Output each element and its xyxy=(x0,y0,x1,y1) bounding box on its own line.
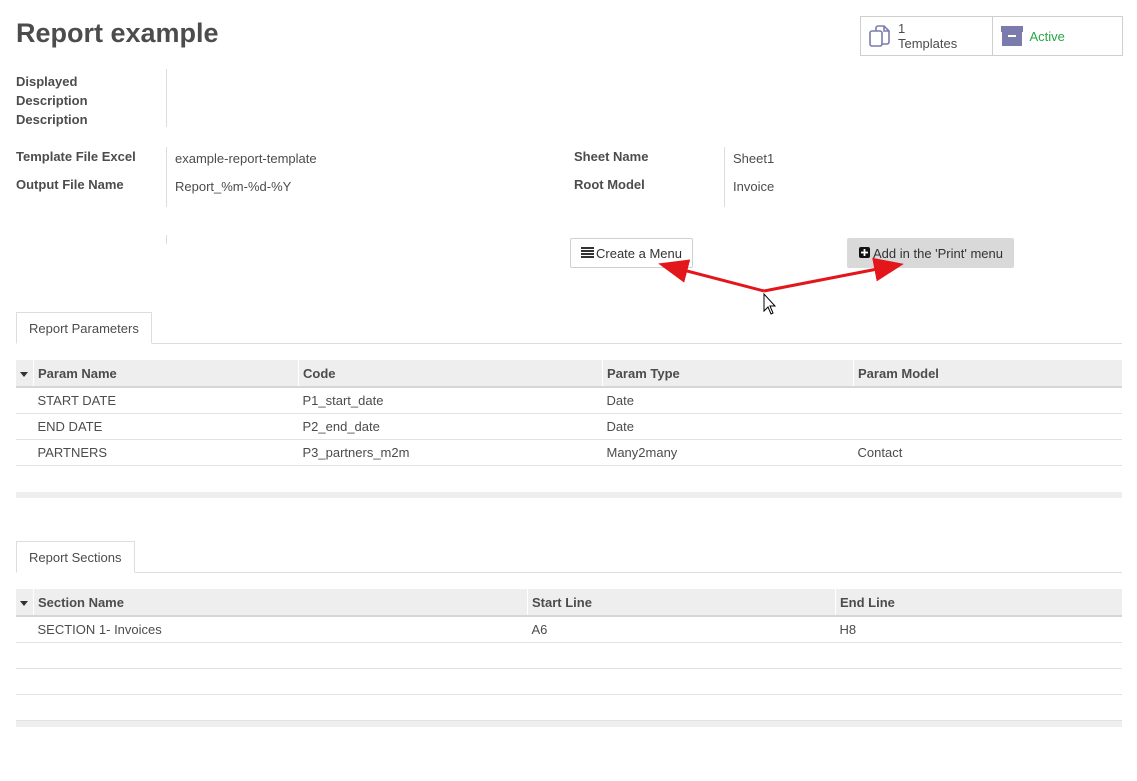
caret-down-icon xyxy=(20,371,28,377)
sheet-name-value[interactable]: Sheet1 xyxy=(733,151,774,166)
templates-count: 1 xyxy=(898,21,906,36)
page-title: Report example xyxy=(16,18,219,48)
parameters-table: Param Name Code Param Type Param Model S… xyxy=(16,360,1122,466)
table-cell: H8 xyxy=(835,616,1122,643)
table-row[interactable]: START DATE P1_start_date Date xyxy=(16,387,1122,414)
list-icon xyxy=(581,246,594,261)
displayed-description-line2: Description xyxy=(16,93,88,108)
sections-table: Section Name Start Line End Line SECTION… xyxy=(16,589,1122,721)
table-cell: A6 xyxy=(527,616,836,643)
plus-square-icon xyxy=(859,246,871,261)
table-cell: P1_start_date xyxy=(298,387,603,414)
template-file-label: Template File Excel xyxy=(16,149,136,164)
copy-icon xyxy=(868,24,892,48)
add-print-menu-label: Add in the 'Print' menu xyxy=(873,245,1003,261)
column-header[interactable]: Param Type xyxy=(602,360,854,388)
table-cell: P3_partners_m2m xyxy=(298,439,603,466)
empty-row xyxy=(16,668,1122,695)
root-model-label: Root Model xyxy=(574,177,645,192)
displayed-description-label: Displayed Description Description xyxy=(16,72,88,129)
field-divider xyxy=(166,147,167,207)
tab-bar-divider xyxy=(16,343,1122,344)
table-cell xyxy=(853,387,1122,414)
arrow-to-create-menu xyxy=(658,259,765,293)
displayed-description-line1: Displayed xyxy=(16,74,78,89)
table-cell: Date xyxy=(602,413,854,440)
table-cell: SECTION 1- Invoices xyxy=(33,616,528,643)
tab-report-sections[interactable]: Report Sections xyxy=(16,541,135,573)
tab-bar-divider xyxy=(16,572,1122,573)
table-header-row: Section Name Start Line End Line xyxy=(16,589,1122,617)
table-row[interactable]: PARTNERS P3_partners_m2m Many2many Conta… xyxy=(16,439,1122,466)
add-print-menu-button[interactable]: Add in the 'Print' menu xyxy=(847,238,1014,268)
sort-toggle[interactable] xyxy=(16,360,34,388)
root-model-value[interactable]: Invoice xyxy=(733,179,774,194)
templates-label: Templates xyxy=(898,36,958,51)
column-header[interactable]: Code xyxy=(298,360,603,388)
table-cell: START DATE xyxy=(33,387,299,414)
table-footer xyxy=(16,492,1122,498)
column-header[interactable]: Param Model xyxy=(853,360,1122,388)
mouse-cursor-icon xyxy=(763,292,777,315)
create-menu-label: Create a Menu xyxy=(596,245,682,261)
table-cell: Date xyxy=(602,387,854,414)
sort-toggle[interactable] xyxy=(16,589,34,617)
table-header-row: Param Name Code Param Type Param Model xyxy=(16,360,1122,388)
templates-button[interactable]: 1 Templates xyxy=(861,17,992,55)
column-header[interactable]: End Line xyxy=(835,589,1122,617)
output-file-label: Output File Name xyxy=(16,177,124,192)
sheet-name-label: Sheet Name xyxy=(574,149,649,164)
table-cell: PARTNERS xyxy=(33,439,299,466)
caret-down-icon xyxy=(20,600,28,606)
table-cell: END DATE xyxy=(33,413,299,440)
empty-row xyxy=(16,694,1122,721)
column-header[interactable]: Param Name xyxy=(33,360,299,388)
active-toggle-button[interactable]: Active xyxy=(991,17,1123,55)
create-menu-button[interactable]: Create a Menu xyxy=(570,238,693,268)
field-divider xyxy=(724,147,725,207)
table-row[interactable]: SECTION 1- Invoices A6 H8 xyxy=(16,616,1122,643)
templates-button-text: 1 Templates xyxy=(898,21,957,51)
table-cell xyxy=(853,413,1122,440)
table-cell: Many2many xyxy=(602,439,854,466)
template-file-value[interactable]: example-report-template xyxy=(175,151,317,166)
archive-icon xyxy=(1000,24,1024,48)
table-row[interactable]: END DATE P2_end_date Date xyxy=(16,413,1122,440)
column-header[interactable]: Start Line xyxy=(527,589,836,617)
empty-row xyxy=(16,642,1122,669)
field-divider xyxy=(166,69,167,127)
active-label: Active xyxy=(1029,28,1065,44)
smart-buttons: 1 Templates Active xyxy=(860,16,1123,56)
displayed-description-line3: Description xyxy=(16,112,88,127)
table-cell: P2_end_date xyxy=(298,413,603,440)
field-divider xyxy=(166,235,167,244)
table-footer xyxy=(16,721,1122,727)
tab-report-parameters[interactable]: Report Parameters xyxy=(16,312,152,344)
table-cell: Contact xyxy=(853,439,1122,466)
column-header[interactable]: Section Name xyxy=(33,589,528,617)
output-file-value[interactable]: Report_%m-%d-%Y xyxy=(175,179,291,194)
arrow-to-print-menu xyxy=(763,257,904,293)
